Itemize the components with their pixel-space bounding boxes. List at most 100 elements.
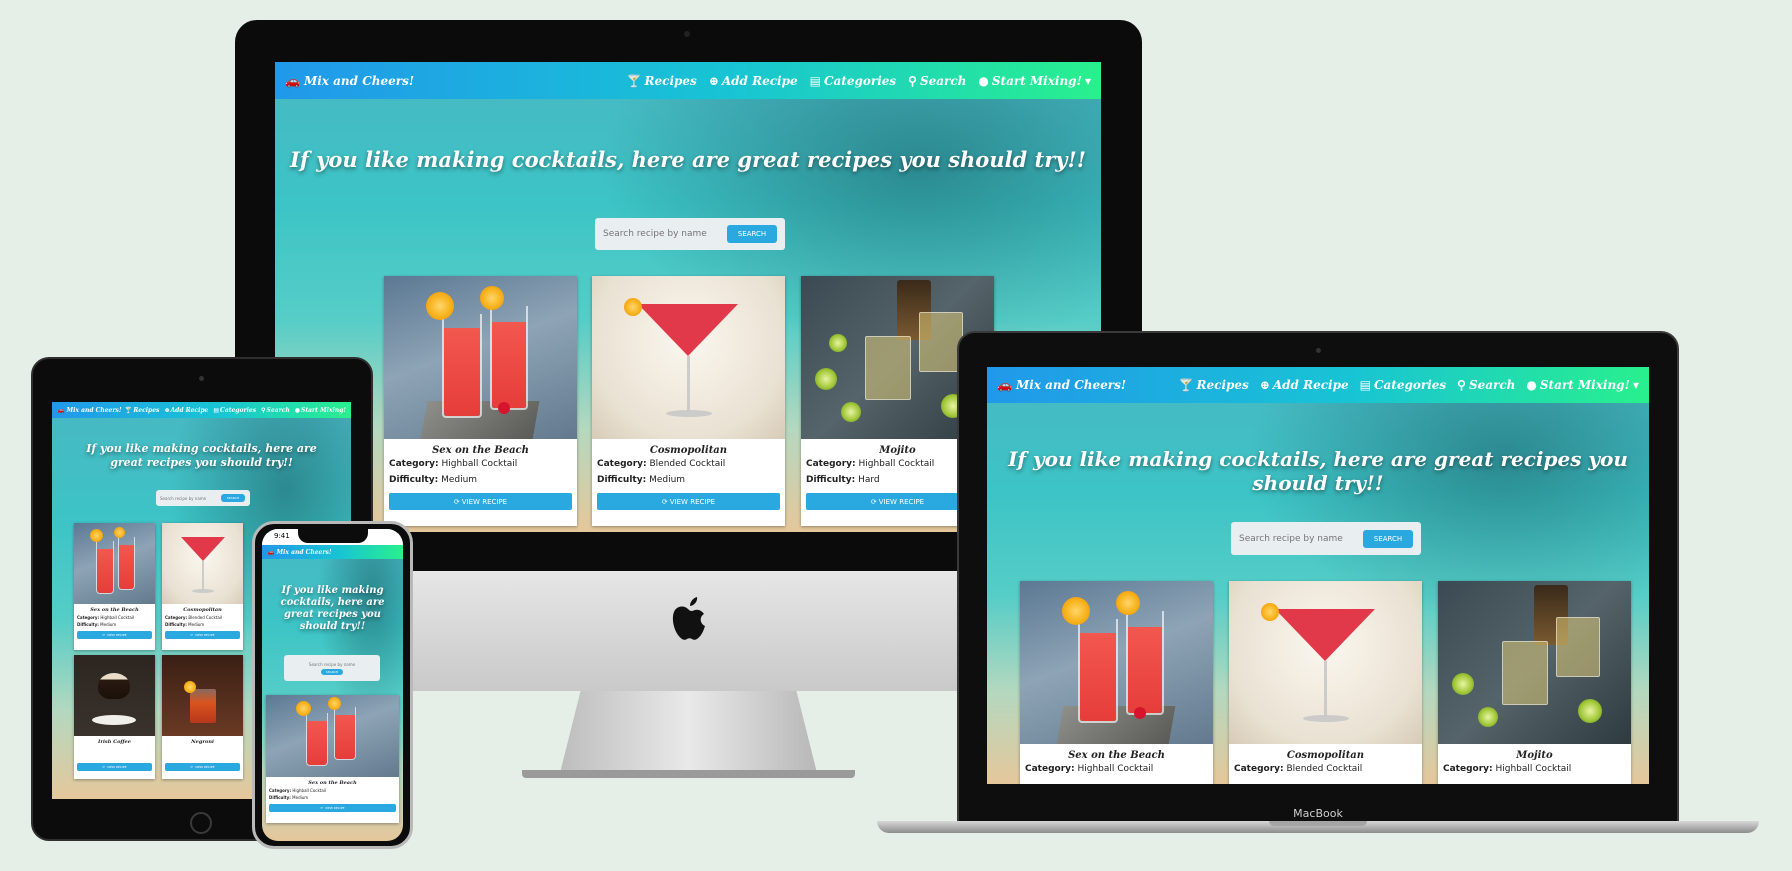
- search-icon: ⚲: [908, 73, 917, 88]
- search-input[interactable]: [603, 229, 721, 239]
- coffee-glass: [98, 673, 130, 699]
- highball-glass: [442, 314, 482, 418]
- glass-base: [1303, 715, 1349, 722]
- search-button[interactable]: Search: [1363, 529, 1413, 548]
- nav-search[interactable]: ⚲ Search: [908, 74, 966, 88]
- recipe-card: Cosmopolitan Category: Blended Cocktail …: [592, 276, 785, 526]
- imac-foot: [522, 770, 855, 778]
- nav-recipes[interactable]: 🍸 Recipes: [125, 407, 160, 414]
- nav-add-recipe[interactable]: ⊕ Add Recipe: [1260, 378, 1349, 392]
- nav-links: 🍸 Recipes ⊕ Add Recipe ▤ Categories ⚲ Search…: [125, 407, 346, 414]
- recipe-difficulty: Difficulty: Medium: [77, 622, 117, 627]
- nav-categories[interactable]: ▤ Categories: [1360, 378, 1447, 392]
- nav-search[interactable]: ⚲ Search: [261, 407, 290, 414]
- recipe-title: Cosmopolitan: [1286, 750, 1365, 761]
- recipe-title: Irish Coffee: [98, 739, 131, 745]
- cherry: [498, 402, 510, 414]
- nav-start-mixing[interactable]: ● Start Mixing!: [295, 407, 346, 414]
- cocktail-glass-icon: 🍸: [626, 73, 642, 88]
- nav-search[interactable]: ⚲ Search: [1457, 378, 1515, 392]
- navbar: 🚗 Mix and Cheers!: [262, 545, 403, 559]
- recipe-category: Category: Highball Cocktail: [389, 459, 518, 469]
- recipe-category: Category: Highball Cocktail: [1443, 764, 1572, 774]
- nav-start-mixing[interactable]: ● Start Mixing! ▼: [1526, 378, 1639, 392]
- orange-slice: [1261, 603, 1279, 621]
- coffee-glass-base: [92, 715, 136, 725]
- recipe-title: Sex on the Beach: [90, 607, 139, 613]
- iphone-screen: 9:41 🚗 Mix and Cheers! If you like makin…: [262, 529, 403, 841]
- recipe-category: Category: Blended Cocktail: [597, 459, 726, 469]
- nav-categories[interactable]: ▤ Categories: [810, 74, 897, 88]
- recipe-title: Sex on the Beach: [432, 445, 529, 456]
- search-form: Search: [156, 490, 250, 506]
- nav-start-mixing[interactable]: ● Start Mixing! ▼: [978, 74, 1091, 88]
- refresh-icon: ⟳: [661, 497, 668, 506]
- nav-recipes[interactable]: 🍸 Recipes: [627, 74, 697, 88]
- orange-slice: [328, 697, 341, 710]
- brand-link[interactable]: 🚗 Mix and Cheers!: [57, 407, 122, 414]
- nav-add-recipe[interactable]: ⊕ Add Recipe: [709, 74, 798, 88]
- iphone-site: 9:41 🚗 Mix and Cheers! If you like makin…: [262, 529, 403, 841]
- recipe-image: [162, 523, 243, 604]
- martini-glass: [181, 537, 225, 561]
- recipe-title: Negroni: [191, 739, 214, 745]
- view-recipe-button[interactable]: ⟳ View Recipe: [269, 804, 396, 812]
- brand-link[interactable]: 🚗 Mix and Cheers!: [997, 378, 1126, 392]
- macbook-camera: [1316, 348, 1321, 353]
- search-form: Search: [595, 218, 785, 250]
- search-input[interactable]: [160, 495, 218, 501]
- search-button[interactable]: Search: [221, 494, 245, 502]
- nav-recipes[interactable]: 🍸 Recipes: [1179, 378, 1249, 392]
- nav-add-recipe[interactable]: ⊕ Add Recipe: [164, 407, 208, 414]
- view-recipe-button[interactable]: ⟳ View Recipe: [165, 631, 240, 639]
- nav-categories[interactable]: ▤ Categories: [213, 407, 256, 414]
- plus-circle-icon: ⊕: [164, 406, 170, 414]
- hero-heading: If you like making cocktails, here are g…: [290, 147, 1086, 172]
- recipe-card: Sex on the Beach Category: Highball Cock…: [266, 695, 399, 823]
- search-input[interactable]: [1239, 533, 1357, 544]
- search-icon: ⚲: [1457, 378, 1466, 392]
- highball-glass: [490, 306, 528, 410]
- imac-stand: [560, 691, 817, 773]
- orange-slice: [184, 681, 196, 693]
- view-recipe-button[interactable]: ⟳ View Recipe: [389, 493, 572, 510]
- lime-slice: [829, 334, 847, 352]
- list-icon: ▤: [809, 73, 821, 88]
- hero-heading: If you like making cocktails, here are g…: [280, 585, 385, 632]
- nav-links: 🍸 Recipes ⊕ Add Recipe ▤ Categories ⚲ Search…: [627, 74, 1091, 88]
- brand-link[interactable]: 🚗 Mix and Cheers!: [285, 74, 414, 88]
- refresh-icon: ⟳: [102, 633, 106, 637]
- plus-circle-icon: ⊕: [708, 73, 719, 88]
- search-form: Search: [284, 655, 380, 681]
- search-input[interactable]: [292, 661, 372, 667]
- view-recipe-button[interactable]: ⟳ View Recipe: [77, 763, 152, 771]
- refresh-icon: ⟳: [453, 497, 460, 506]
- view-recipe-button[interactable]: ⟳ View Recipe: [77, 631, 152, 639]
- recipe-difficulty: Difficulty: Medium: [389, 475, 478, 485]
- car-icon: 🚗: [285, 73, 300, 88]
- caret-down-icon: ▼: [1084, 75, 1091, 86]
- caret-down-icon: ▼: [1632, 380, 1639, 390]
- recipe-card: Irish Coffee ⟳ View Recipe: [74, 655, 155, 779]
- recipe-card: Cosmopolitan Category: Blended Cocktail …: [162, 523, 243, 650]
- view-recipe-button[interactable]: ⟳ View Recipe: [597, 493, 780, 510]
- orange-slice: [296, 701, 311, 716]
- brand-link[interactable]: 🚗 Mix and Cheers!: [267, 549, 332, 556]
- recipe-image: [1020, 581, 1213, 744]
- list-icon: ▤: [1359, 378, 1371, 392]
- recipe-category: Category: Highball Cocktail: [269, 788, 327, 793]
- plus-circle-icon: ⊕: [1259, 378, 1270, 392]
- cocktail-glass-icon: 🍸: [124, 406, 133, 414]
- brand-name: Mix and Cheers!: [303, 73, 415, 88]
- glass-base: [666, 410, 712, 417]
- navbar: 🚗 Mix and Cheers! 🍸 Recipes ⊕ Add Recipe ▤…: [52, 402, 351, 418]
- highball-glass: [334, 707, 356, 760]
- view-recipe-button[interactable]: ⟳ View Recipe: [165, 763, 240, 771]
- refresh-icon: ⟳: [102, 765, 106, 769]
- recipe-title: Cosmopolitan: [649, 445, 728, 456]
- phone-notch: [298, 529, 368, 543]
- martini-glass: [1275, 609, 1375, 661]
- search-button[interactable]: Search: [727, 225, 777, 243]
- highball-glass: [118, 537, 135, 590]
- search-button[interactable]: Search: [321, 668, 343, 675]
